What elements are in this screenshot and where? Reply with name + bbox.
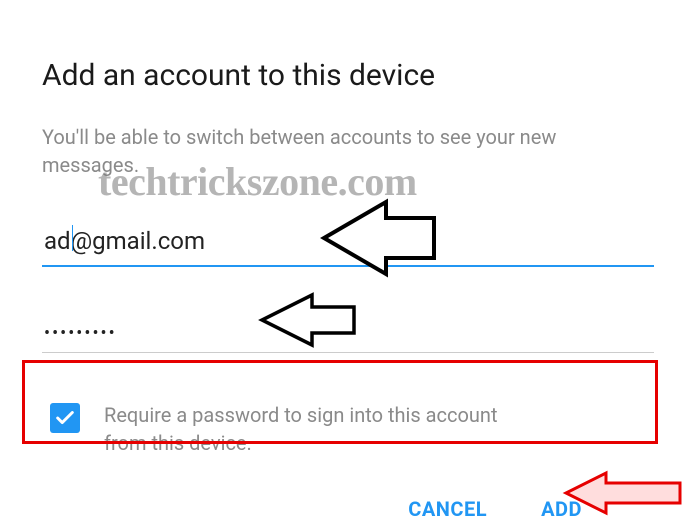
add-button[interactable]: ADD — [541, 497, 582, 521]
email-field[interactable] — [42, 223, 654, 267]
add-account-dialog: Add an account to this device You'll be … — [0, 0, 696, 521]
require-password-checkbox[interactable] — [50, 403, 80, 433]
dialog-actions: CANCEL ADD — [42, 471, 654, 521]
email-field-group — [42, 223, 654, 267]
require-password-label: Require a password to sign into this acc… — [104, 401, 544, 457]
cancel-button[interactable]: CANCEL — [408, 497, 487, 521]
check-icon — [54, 407, 76, 429]
page-title: Add an account to this device — [42, 58, 654, 93]
page-subtitle: You'll be able to switch between account… — [42, 123, 562, 179]
require-password-row: Require a password to sign into this acc… — [42, 387, 654, 471]
password-field[interactable] — [42, 319, 654, 353]
password-field-group — [42, 301, 654, 353]
text-cursor — [72, 225, 73, 251]
